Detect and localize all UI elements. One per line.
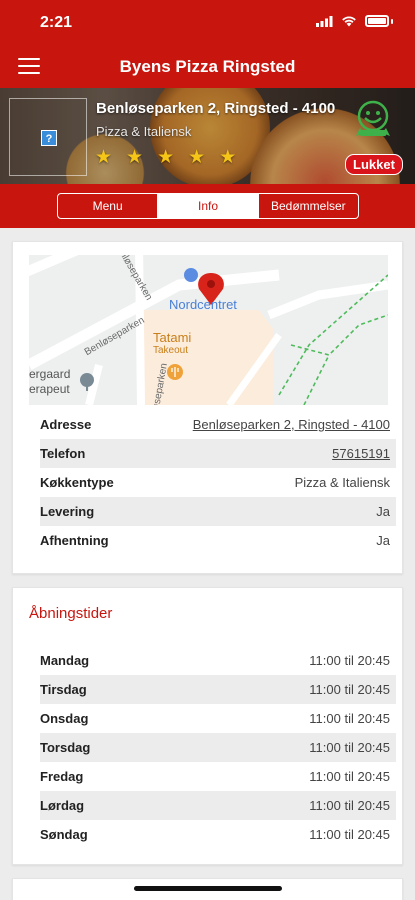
segmented-control: Menu Info Bedømmelser — [57, 193, 359, 219]
battery-icon — [365, 15, 389, 27]
tabs-bar: Menu Info Bedømmelser — [0, 184, 415, 228]
info-row-cuisine: Køkkentype Pizza & Italiensk — [40, 468, 396, 497]
map-streets — [29, 255, 388, 405]
day-label: Torsdag — [40, 740, 91, 755]
hours-value: 11:00 til 20:45 — [309, 653, 390, 668]
info-label: Levering — [40, 504, 95, 519]
star-icon: ★ — [157, 147, 175, 168]
map-poi-center: Nordcentret — [169, 297, 237, 312]
info-label: Telefon — [40, 446, 86, 461]
info-row-delivery: Levering Ja — [40, 497, 396, 526]
hours-value: 11:00 til 20:45 — [309, 798, 390, 813]
restaurant-logo: ? — [9, 98, 87, 176]
status-time: 2:21 — [40, 14, 73, 31]
hours-value: 11:00 til 20:45 — [309, 740, 390, 755]
day-label: Tirsdag — [40, 682, 87, 697]
status-badge: Lukket — [345, 154, 403, 175]
hours-value: 11:00 til 20:45 — [309, 827, 390, 842]
info-row-pickup: Afhentning Ja — [40, 526, 396, 555]
info-label: Adresse — [40, 417, 92, 432]
hours-value: 11:00 til 20:45 — [309, 769, 390, 784]
opening-hours-card: Åbningstider Mandag 11:00 til 20:45 Tirs… — [12, 587, 403, 865]
tab-info[interactable]: Info — [157, 194, 258, 218]
location-map[interactable]: Benløseparken Benløseparken Benløseparke… — [29, 255, 388, 405]
info-label: Afhentning — [40, 533, 109, 548]
address-link[interactable]: Benløseparken 2, Ringsted - 4100 — [193, 417, 390, 432]
image-placeholder-icon: ? — [41, 130, 57, 146]
restaurant-cuisine: Pizza & Italiensk — [96, 124, 192, 139]
tab-reviews[interactable]: Bedømmelser — [257, 194, 358, 218]
hours-row: Tirsdag 11:00 til 20:45 — [40, 675, 396, 704]
info-row-address: Adresse Benløseparken 2, Ringsted - 4100 — [40, 410, 396, 439]
info-value: Ja — [376, 533, 390, 548]
day-label: Fredag — [40, 769, 84, 784]
day-label: Lørdag — [40, 798, 85, 813]
restaurant-address: Benløseparken 2, Ringsted - 4100 — [96, 100, 336, 117]
wifi-icon — [342, 16, 356, 27]
info-label: Køkkentype — [40, 475, 114, 490]
hours-row: Søndag 11:00 til 20:45 — [40, 820, 396, 849]
rating-stars: ★ ★ ★ ★ ★ — [95, 146, 236, 169]
info-value: Pizza & Italiensk — [294, 475, 390, 490]
star-icon: ★ — [219, 147, 237, 168]
info-table: Adresse Benløseparken 2, Ringsted - 4100… — [40, 410, 396, 555]
hours-row: Onsdag 11:00 til 20:45 — [40, 704, 396, 733]
signal-icon — [316, 15, 333, 27]
section-title: Åbningstider — [29, 605, 113, 622]
hours-row: Fredag 11:00 til 20:45 — [40, 762, 396, 791]
hours-row: Lørdag 11:00 til 20:45 — [40, 791, 396, 820]
page-title: Byens Pizza Ringsted — [119, 57, 296, 76]
hours-value: 11:00 til 20:45 — [309, 711, 390, 726]
info-row-phone: Telefon 57615191 — [40, 439, 396, 468]
info-value: Ja — [376, 504, 390, 519]
hours-table: Mandag 11:00 til 20:45 Tirsdag 11:00 til… — [40, 646, 396, 849]
tab-menu[interactable]: Menu — [58, 194, 157, 218]
restaurant-hero: ? Benløseparken 2, Ringsted - 4100 Pizza… — [0, 88, 415, 184]
battery-tip — [391, 18, 393, 24]
smiley-certificate-icon[interactable] — [352, 98, 394, 140]
map-poi-left: ergaard — [29, 367, 71, 381]
map-poi-restaurant: Tatami — [153, 330, 192, 345]
hours-value: 11:00 til 20:45 — [309, 682, 390, 697]
status-icons — [316, 15, 393, 27]
info-card: Benløseparken Benløseparken Benløseparke… — [12, 241, 403, 574]
star-icon: ★ — [126, 147, 144, 168]
phone-link[interactable]: 57615191 — [332, 446, 390, 461]
day-label: Mandag — [40, 653, 90, 668]
hours-row: Mandag 11:00 til 20:45 — [40, 646, 396, 675]
map-poi-left: erapeut — [29, 382, 70, 396]
hours-row: Torsdag 11:00 til 20:45 — [40, 733, 396, 762]
top-bar: 2:21 Byens Pizza Ringsted — [0, 0, 415, 88]
day-label: Onsdag — [40, 711, 89, 726]
day-label: Søndag — [40, 827, 88, 842]
star-icon: ★ — [188, 147, 206, 168]
map-poi-restaurant-sub: Takeout — [153, 345, 189, 356]
home-indicator[interactable] — [134, 886, 282, 891]
star-icon: ★ — [95, 147, 113, 168]
